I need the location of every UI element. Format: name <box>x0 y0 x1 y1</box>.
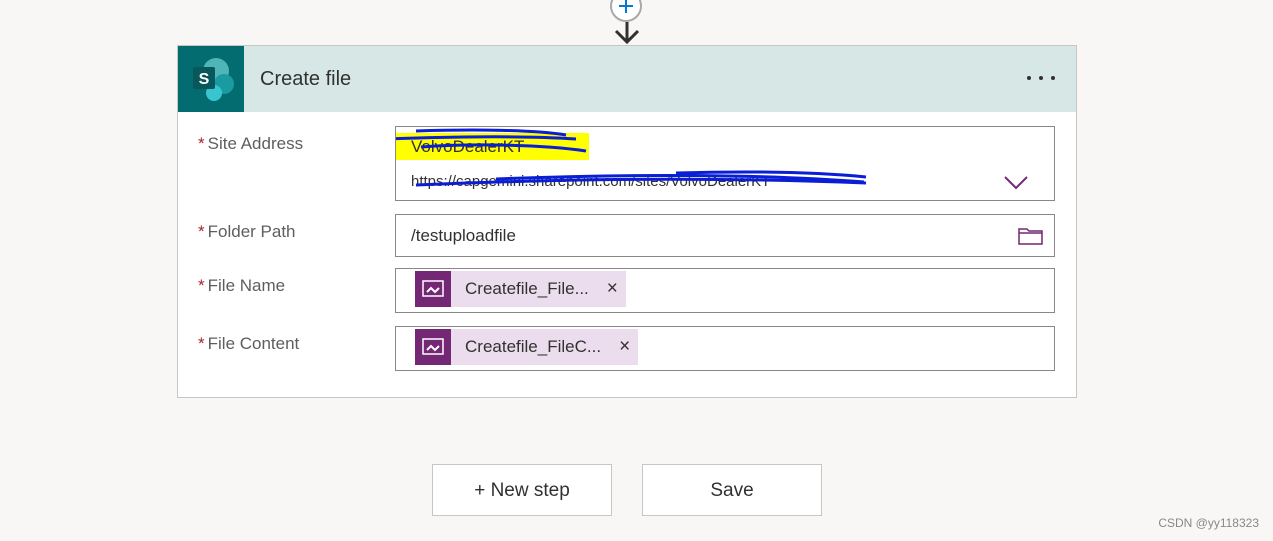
dynamic-content-token[interactable]: Createfile_FileC... × <box>415 329 639 365</box>
token-label: Createfile_File... <box>465 279 589 298</box>
file-content-input[interactable]: Createfile_FileC... × <box>395 326 1055 371</box>
required-mark: * <box>198 222 205 241</box>
powerapps-icon <box>415 329 451 365</box>
save-button[interactable]: Save <box>642 464 822 516</box>
card-title[interactable]: Create file <box>260 68 351 91</box>
site-address-label: * Site Address <box>198 134 303 154</box>
remove-token-button[interactable]: × <box>607 278 618 300</box>
folder-path-input[interactable]: /testuploadfile <box>395 214 1055 257</box>
sharepoint-icon: S <box>178 46 244 112</box>
token-label: Createfile_FileC... <box>465 337 602 356</box>
more-dot <box>1027 76 1031 80</box>
folder-icon[interactable] <box>1018 226 1044 246</box>
folder-path-label: * Folder Path <box>198 222 296 242</box>
redaction-scribble <box>396 128 867 187</box>
more-dot <box>1039 76 1043 80</box>
dynamic-content-token[interactable]: Createfile_File... × <box>415 271 626 307</box>
folder-path-value: /testuploadfile <box>411 226 516 245</box>
chevron-down-icon[interactable] <box>1003 175 1029 191</box>
label-text: Site Address <box>207 134 304 153</box>
file-name-input[interactable]: Createfile_File... × <box>395 268 1055 313</box>
site-address-dropdown[interactable]: VolvoDealerKT https://capgemini.sharepoi… <box>395 126 1055 201</box>
svg-text:S: S <box>199 71 210 88</box>
arrow-down-icon <box>614 22 640 45</box>
create-file-action-card: S Create file * Site Address VolvoDealerK… <box>177 45 1077 398</box>
required-mark: * <box>198 134 205 153</box>
plus-icon <box>619 0 633 13</box>
required-mark: * <box>198 276 205 295</box>
insert-step-button[interactable] <box>610 0 642 22</box>
more-options-button[interactable] <box>1024 68 1058 88</box>
more-dot <box>1051 76 1055 80</box>
new-step-button[interactable]: + New step <box>432 464 612 516</box>
label-text: File Content <box>207 334 300 353</box>
file-content-label: * File Content <box>198 334 299 354</box>
watermark: CSDN @yy118323 <box>1158 516 1259 530</box>
card-header[interactable]: S Create file <box>178 46 1076 112</box>
file-name-label: * File Name <box>198 276 285 296</box>
label-text: File Name <box>207 276 286 295</box>
required-mark: * <box>198 334 205 353</box>
remove-token-button[interactable]: × <box>619 336 630 358</box>
powerapps-icon <box>415 271 451 307</box>
label-text: Folder Path <box>207 222 296 241</box>
